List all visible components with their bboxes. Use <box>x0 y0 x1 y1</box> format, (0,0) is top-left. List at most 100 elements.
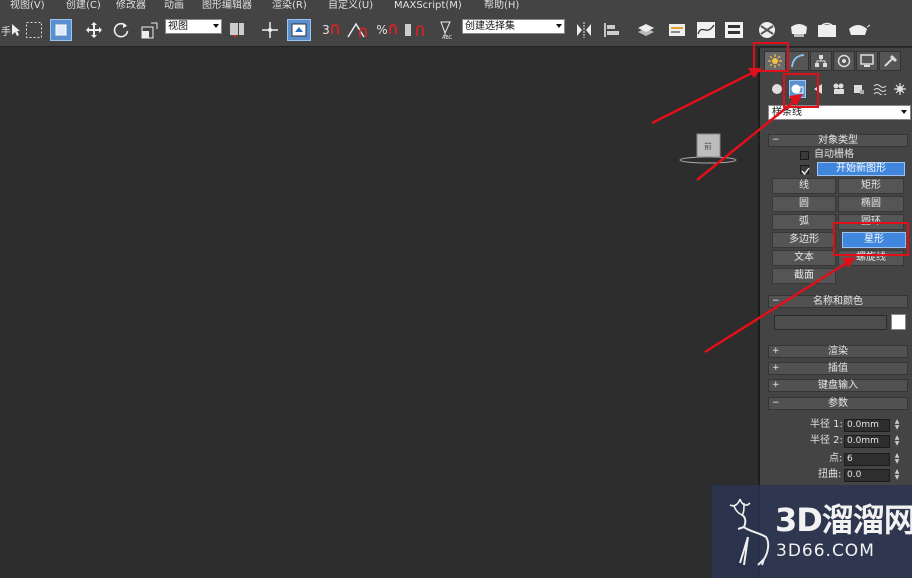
start-new-shape-checkbox[interactable] <box>800 165 810 176</box>
shape-button-rectangle[interactable]: 矩形 <box>838 178 904 194</box>
scene-explorer-icon[interactable] <box>666 19 688 41</box>
motion-icon <box>837 54 851 68</box>
named-selection-dropdown[interactable]: 创建选择集 <box>462 19 565 34</box>
menu-create[interactable]: 创建(C) <box>56 0 106 13</box>
viewcube-icon[interactable]: 前 <box>678 130 738 165</box>
radius1-label: 半径 1: <box>810 419 843 430</box>
edit-named-selection-icon[interactable]: ABC <box>434 19 458 41</box>
pivot-center-icon[interactable] <box>226 19 248 41</box>
radius1-spinner[interactable]: 0.0mm <box>844 419 890 432</box>
rollout-rendering-header[interactable]: + 渲染 <box>768 345 908 358</box>
tab-modify[interactable] <box>787 51 809 71</box>
render-production-icon[interactable] <box>845 19 871 41</box>
select-object-icon[interactable] <box>10 19 22 41</box>
percent-snap-icon[interactable]: % <box>374 19 400 41</box>
viewport[interactable]: 前 <box>0 48 758 578</box>
menu-view[interactable]: 视图(V) <box>0 0 56 13</box>
rollout-interpolation-header[interactable]: + 插值 <box>768 362 908 375</box>
modify-curve-icon <box>791 54 805 68</box>
curve-editor-icon[interactable] <box>694 19 718 41</box>
viewcube-face-label: 前 <box>704 141 712 151</box>
percent-snap-label: % <box>376 23 388 37</box>
move-icon[interactable] <box>83 19 105 41</box>
object-name-input[interactable] <box>774 315 887 330</box>
helpers-icon <box>854 85 865 94</box>
shape-button-ellipse[interactable]: 椭圆 <box>838 196 904 212</box>
collapse-minus-icon: − <box>772 135 780 145</box>
annotation-box-star-button <box>833 222 909 256</box>
rollout-object-type-header[interactable]: − 对象类型 <box>768 134 908 147</box>
auto-grid-checkbox[interactable] <box>800 151 809 160</box>
rollout-interpolation-title: 插值 <box>828 363 848 374</box>
angle-snap-icon[interactable] <box>345 19 369 41</box>
menu-rendering[interactable]: 渲染(R) <box>262 0 318 13</box>
render-setup-icon[interactable] <box>787 19 811 41</box>
points-spinner[interactable]: 6 <box>844 453 890 466</box>
distortion-spinner-arrows-icon[interactable]: ▲ ▼ <box>893 469 901 482</box>
svg-text:ABC: ABC <box>442 35 453 40</box>
expand-plus-icon: + <box>772 363 780 373</box>
menu-customize[interactable]: 自定义(U) <box>318 0 384 13</box>
mirror-icon[interactable] <box>573 19 595 41</box>
subtab-systems[interactable] <box>891 80 909 98</box>
subtab-space-warps[interactable] <box>871 80 889 98</box>
menu-animation[interactable]: 动画 <box>154 0 192 13</box>
menu-modifiers[interactable]: 修改器 <box>106 0 154 13</box>
menu-help[interactable]: 帮助(H) <box>474 0 519 13</box>
window-crossing-icon[interactable] <box>50 19 72 41</box>
rollout-keyboard-entry-title: 键盘输入 <box>818 380 858 391</box>
watermark-subtitle: 3D66.COM <box>776 541 875 561</box>
expand-plus-icon: + <box>772 346 780 356</box>
menu-maxscript[interactable]: MAXScript(M) <box>384 0 474 13</box>
manipulate-icon[interactable] <box>259 19 281 41</box>
rollout-name-color-header[interactable]: − 名称和颜色 <box>768 295 908 308</box>
radius2-spinner-arrows-icon[interactable]: ▲ ▼ <box>893 435 901 448</box>
snap-3d-label: 3 <box>322 23 330 37</box>
scale-icon[interactable] <box>139 19 161 41</box>
deer-logo-icon <box>729 498 770 566</box>
snap-3d-icon[interactable]: 3 <box>320 19 342 41</box>
camera-icon <box>833 83 844 94</box>
tab-hierarchy[interactable] <box>810 51 832 71</box>
tab-display[interactable] <box>856 51 878 71</box>
keyboard-shortcut-override-icon[interactable] <box>287 19 311 41</box>
expand-plus-icon: + <box>772 380 780 390</box>
points-spinner-arrows-icon[interactable]: ▲ ▼ <box>893 453 901 466</box>
menu-graph-editors[interactable]: 图形编辑器 <box>192 0 262 13</box>
rollout-rendering-title: 渲染 <box>828 346 848 357</box>
layer-manager-icon[interactable] <box>634 19 658 41</box>
shape-button-section[interactable]: 截面 <box>772 268 836 284</box>
spinner-snap-icon[interactable] <box>403 19 427 41</box>
chevron-down-icon <box>901 110 907 114</box>
geometry-sphere-icon <box>771 84 782 94</box>
shape-button-circle[interactable]: 圆 <box>772 196 836 212</box>
reference-coordinate-dropdown[interactable]: 视图 <box>165 19 222 34</box>
align-icon[interactable] <box>601 19 623 41</box>
collapse-minus-icon: − <box>772 296 780 306</box>
shape-button-ngon[interactable]: 多边形 <box>772 232 836 248</box>
distortion-spinner[interactable]: 0.0 <box>844 469 890 482</box>
rendered-frame-window-icon[interactable] <box>815 19 839 41</box>
radius2-spinner[interactable]: 0.0mm <box>844 435 890 448</box>
auto-grid-label: 自动栅格 <box>814 149 854 160</box>
subtab-cameras[interactable] <box>830 80 848 98</box>
shape-button-arc[interactable]: 弧 <box>772 214 836 230</box>
display-monitor-icon <box>860 54 874 67</box>
rollout-parameters-header[interactable]: − 参数 <box>768 397 908 410</box>
space-warps-icon <box>873 84 886 95</box>
hierarchy-icon <box>815 55 827 67</box>
shape-button-line[interactable]: 线 <box>772 178 836 194</box>
tab-motion[interactable] <box>833 51 855 71</box>
material-editor-icon[interactable] <box>755 19 779 41</box>
object-color-swatch[interactable] <box>891 314 906 330</box>
start-new-shape-button[interactable]: 开始新图形 <box>817 162 905 176</box>
schematic-view-icon[interactable] <box>722 19 746 41</box>
rectangular-selection-icon[interactable] <box>24 19 44 41</box>
watermark: 3D溜溜网 3D66.COM <box>712 485 912 578</box>
subtab-helpers[interactable] <box>850 80 868 98</box>
radius1-spinner-arrows-icon[interactable]: ▲ ▼ <box>893 419 901 432</box>
rollout-keyboard-entry-header[interactable]: + 键盘输入 <box>768 379 908 392</box>
tab-utilities[interactable] <box>879 51 901 71</box>
shape-button-text[interactable]: 文本 <box>772 250 836 266</box>
rotate-icon[interactable] <box>110 19 132 41</box>
